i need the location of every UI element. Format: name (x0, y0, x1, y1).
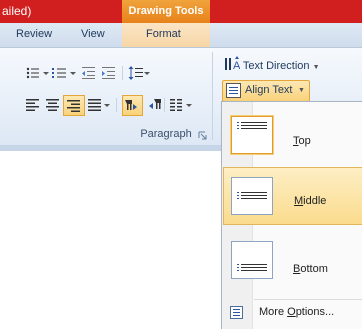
align-middle-icon (231, 177, 273, 215)
more-options-icon (229, 305, 245, 324)
left-to-right-button[interactable] (122, 95, 143, 116)
align-text-menu: Top Middle Bottom More Options... (221, 101, 362, 329)
justify-icon (88, 99, 110, 111)
group-separator (212, 52, 213, 140)
decrease-indent-icon (82, 67, 95, 79)
numbering-button[interactable] (52, 66, 78, 83)
paragraph-dialog-launcher[interactable] (198, 131, 208, 144)
separator (116, 98, 117, 112)
line-spacing-button[interactable] (128, 66, 150, 83)
svg-text:A: A (233, 60, 240, 72)
align-text-button[interactable]: Align Text ▼ (222, 80, 310, 102)
columns-icon (170, 99, 192, 111)
dropdown-arrow-icon: ▼ (312, 64, 320, 71)
menu-item-more-options[interactable]: More Options... (223, 302, 362, 324)
menu-item-middle[interactable]: Middle (223, 167, 362, 225)
dropdown-arrow-icon: ▼ (298, 87, 305, 94)
align-center-icon (46, 99, 59, 111)
menu-item-bottom[interactable]: Bottom (223, 232, 362, 288)
tab-review[interactable]: Review (16, 28, 52, 40)
increase-indent-icon (102, 67, 115, 79)
align-center-button[interactable] (46, 98, 60, 115)
tab-format[interactable]: Format (146, 28, 181, 40)
text-direction-button[interactable]: A Text Direction ▼ (224, 56, 320, 75)
align-bottom-icon (231, 241, 273, 279)
more-options-label: More Options... (259, 306, 335, 318)
menu-item-top-label: Top (293, 135, 311, 147)
align-left-button[interactable] (26, 98, 40, 115)
justify-button[interactable] (88, 98, 112, 115)
menu-item-top[interactable]: Top (223, 107, 362, 163)
dialog-launcher-icon (198, 131, 207, 140)
left-to-right-icon (125, 100, 137, 110)
text-direction-icon: A (224, 56, 241, 75)
separator (122, 66, 123, 80)
menu-separator (254, 299, 362, 300)
columns-button[interactable] (170, 98, 194, 115)
align-right-button[interactable] (63, 95, 85, 116)
window-title: ailed) (2, 4, 32, 18)
right-to-left-icon (149, 99, 161, 109)
align-text-icon (226, 83, 242, 102)
line-spacing-icon (128, 66, 150, 80)
drawing-tools-context-header: Drawing Tools (122, 0, 210, 23)
bullets-icon (26, 67, 49, 79)
numbering-icon (52, 68, 76, 78)
align-top-icon (231, 116, 273, 154)
menu-item-middle-label: Middle (294, 195, 327, 207)
right-to-left-button[interactable] (148, 98, 162, 115)
decrease-indent-button[interactable] (82, 66, 96, 83)
bullets-button[interactable] (26, 66, 50, 83)
drawing-tools-title: Drawing Tools (128, 5, 204, 17)
increase-indent-button[interactable] (102, 66, 116, 83)
align-text-label: Align Text (245, 84, 293, 96)
menu-item-bottom-label: Bottom (293, 263, 328, 275)
tab-view[interactable]: View (81, 28, 105, 40)
text-direction-label: Text Direction (242, 60, 310, 72)
align-left-icon (26, 99, 39, 111)
separator (164, 98, 165, 112)
align-right-icon (67, 100, 80, 112)
